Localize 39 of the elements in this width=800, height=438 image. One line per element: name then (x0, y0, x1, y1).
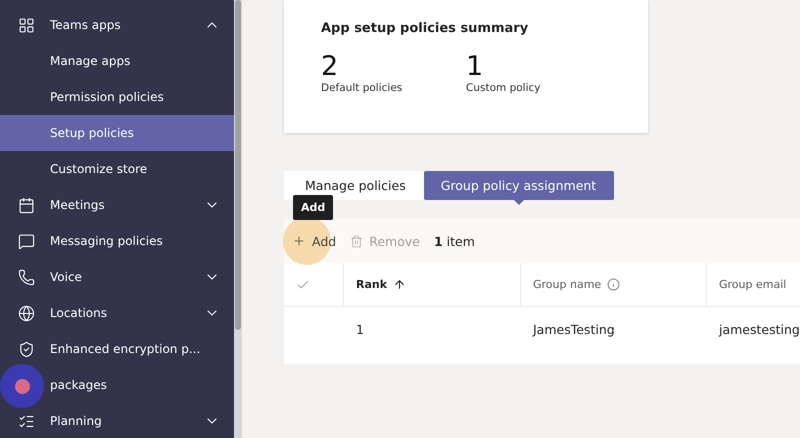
tab-pointer (514, 200, 524, 205)
column-header[interactable]: Group name (533, 278, 602, 291)
sidebar-item[interactable]: Permission policies (0, 79, 234, 115)
stat-value: 2 (321, 52, 340, 82)
sidebar-item[interactable]: Teams apps (0, 7, 234, 43)
trash-icon (350, 234, 364, 248)
tooltip: Add (293, 195, 334, 220)
card-title: App setup policies summary (321, 21, 530, 36)
table-cell: JamesTesting (533, 322, 615, 336)
globe-icon (18, 304, 35, 322)
sidebar-item[interactable]: Meetings (0, 187, 234, 223)
column-header[interactable]: Group email (719, 278, 786, 291)
sidebar-item[interactable]: packages (0, 367, 234, 403)
column-header[interactable]: Rank (356, 278, 388, 291)
table-cell: jamestesting (719, 322, 800, 336)
sidebar-item[interactable]: Voice (0, 259, 234, 295)
chat-icon (18, 232, 35, 250)
table-cell: 1 (356, 322, 364, 336)
stat-label: Default policies (321, 82, 404, 94)
sort-ascending-icon (393, 278, 406, 291)
stat-label: Custom policy (466, 82, 542, 94)
phone-icon (18, 268, 35, 286)
sidebar-item[interactable]: Messaging policies (0, 223, 234, 259)
shield-icon (18, 340, 35, 358)
calendar-icon (18, 196, 35, 214)
sidebar-item[interactable]: Setup policies (0, 115, 234, 151)
stat-value: 1 (466, 52, 484, 82)
scrollbar[interactable] (234, 0, 242, 438)
sidebar-item[interactable]: Locations (0, 295, 234, 331)
sidebar-item[interactable]: Manage apps (0, 43, 234, 79)
grid-icon (18, 16, 35, 34)
tab[interactable]: Manage policies (284, 171, 424, 200)
plus-icon (292, 234, 306, 248)
add-button[interactable]: Add (292, 234, 336, 248)
info-icon (607, 278, 620, 291)
sidebar-item[interactable]: Customize store (0, 151, 234, 187)
sidebar-item[interactable]: Planning (0, 403, 234, 438)
item-count: 1 item (434, 234, 475, 248)
sidebar-item[interactable]: Enhanced encryption p... (0, 331, 234, 367)
